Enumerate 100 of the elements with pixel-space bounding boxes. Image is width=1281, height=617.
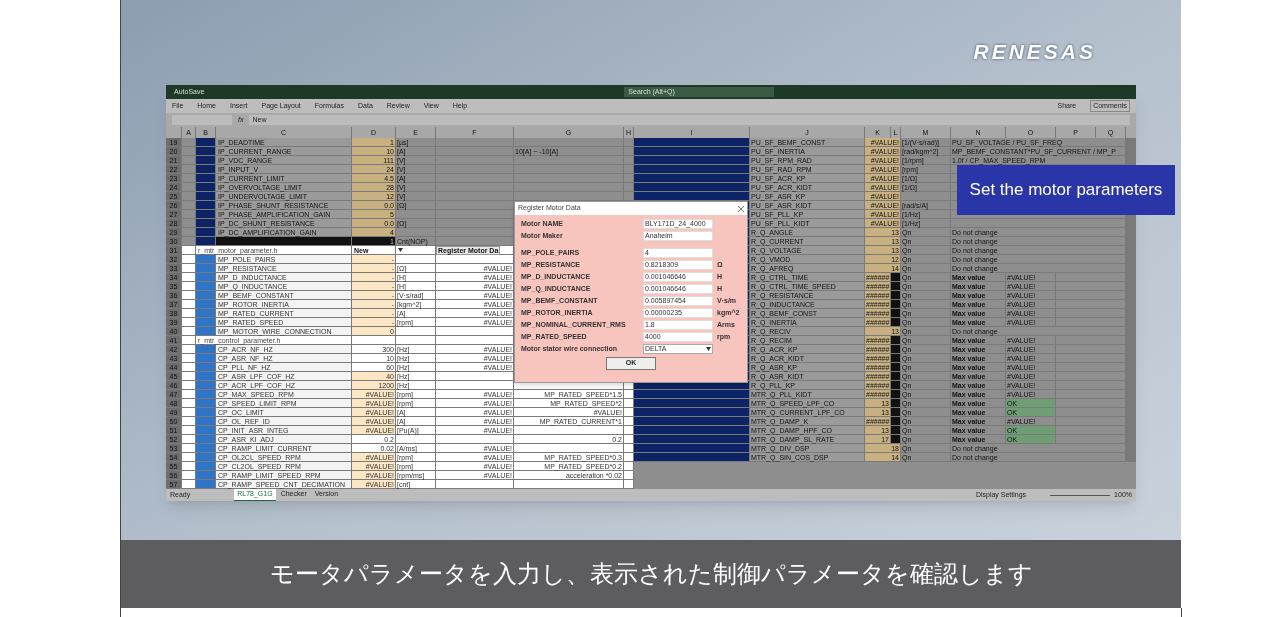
table-cell (196, 462, 216, 471)
table-cell (182, 147, 196, 156)
table-cell (891, 309, 901, 318)
table-cell (196, 165, 216, 174)
table-cell (196, 453, 216, 462)
subtitle-bar: モータパラメータを入力し、表示された制御パラメータを確認します (121, 540, 1181, 608)
table-cell (196, 183, 216, 192)
table-cell (624, 453, 634, 462)
logo: RENESAS (973, 39, 1096, 62)
table-cell (196, 255, 216, 264)
table-cell (182, 237, 196, 246)
table-cell (196, 480, 216, 489)
table-cell (891, 426, 901, 435)
table-cell (624, 165, 634, 174)
table-cell (182, 309, 196, 318)
table-cell (182, 219, 196, 228)
table-cell (624, 138, 634, 147)
table-cell (182, 156, 196, 165)
dropdown-caret-icon (398, 248, 403, 252)
table-cell (196, 192, 216, 201)
table-cell (182, 471, 196, 480)
table-cell (196, 138, 216, 147)
table-cell (182, 174, 196, 183)
table-cell (196, 327, 216, 336)
table-cell (182, 408, 196, 417)
callout-banner: Set the motor parameters (957, 165, 1175, 215)
table-cell (891, 381, 901, 390)
table-cell (182, 354, 196, 363)
table-cell (196, 147, 216, 156)
close-icon[interactable] (738, 205, 744, 212)
table-cell (891, 363, 901, 372)
table-cell (182, 480, 196, 489)
table-cell (196, 399, 216, 408)
table-cell (624, 174, 634, 183)
table-cell (196, 273, 216, 282)
table-cell (624, 390, 634, 399)
table-cell (196, 426, 216, 435)
table-cell (196, 435, 216, 444)
table-cell (1126, 156, 1136, 165)
table-cell (196, 372, 216, 381)
table-cell (1056, 399, 1126, 408)
table-cell (182, 291, 196, 300)
table-cell (1126, 453, 1136, 462)
table-cell (891, 345, 901, 354)
table-cell (196, 210, 216, 219)
table-cell (624, 156, 634, 165)
table-cell (352, 336, 396, 345)
table-cell (182, 390, 196, 399)
table-cell (196, 345, 216, 354)
table-cell (1056, 390, 1126, 399)
table-cell (182, 453, 196, 462)
table-cell (196, 156, 216, 165)
table-cell (196, 417, 216, 426)
table-cell (196, 291, 216, 300)
table-cell (182, 444, 196, 453)
table-cell (196, 219, 216, 228)
table-cell (624, 435, 634, 444)
table-cell (891, 291, 901, 300)
table-cell (396, 327, 436, 336)
table-cell (182, 426, 196, 435)
table-cell (182, 138, 196, 147)
table-cell (1056, 426, 1126, 435)
table-cell (624, 408, 634, 417)
table-cell (891, 273, 901, 282)
table-cell (196, 390, 216, 399)
table-cell (182, 381, 196, 390)
table-cell (196, 237, 216, 246)
table-cell (182, 417, 196, 426)
table-cell (624, 480, 634, 489)
table-cell (1126, 138, 1136, 147)
table-cell (182, 462, 196, 471)
table-cell (196, 354, 216, 363)
table-cell (624, 147, 634, 156)
table-cell (891, 417, 901, 426)
table-cell (891, 390, 901, 399)
table-cell (182, 183, 196, 192)
table-cell (182, 336, 196, 345)
table-cell (624, 183, 634, 192)
table-cell (891, 399, 901, 408)
table-cell (396, 210, 436, 219)
table-cell (1056, 408, 1126, 417)
table-cell (182, 345, 196, 354)
table-cell (182, 201, 196, 210)
table-cell (182, 255, 196, 264)
table-cell (182, 318, 196, 327)
table-cell (182, 363, 196, 372)
table-cell (182, 228, 196, 237)
table-cell (182, 282, 196, 291)
table-cell (196, 318, 216, 327)
table-cell (182, 300, 196, 309)
table-cell (196, 201, 216, 210)
table-cell (196, 381, 216, 390)
caret-icon (706, 347, 711, 351)
table-cell (396, 435, 436, 444)
table-cell (624, 444, 634, 453)
table-cell (196, 228, 216, 237)
table-cell (182, 192, 196, 201)
table-cell (196, 282, 216, 291)
table-cell (624, 399, 634, 408)
table-cell (1056, 435, 1126, 444)
